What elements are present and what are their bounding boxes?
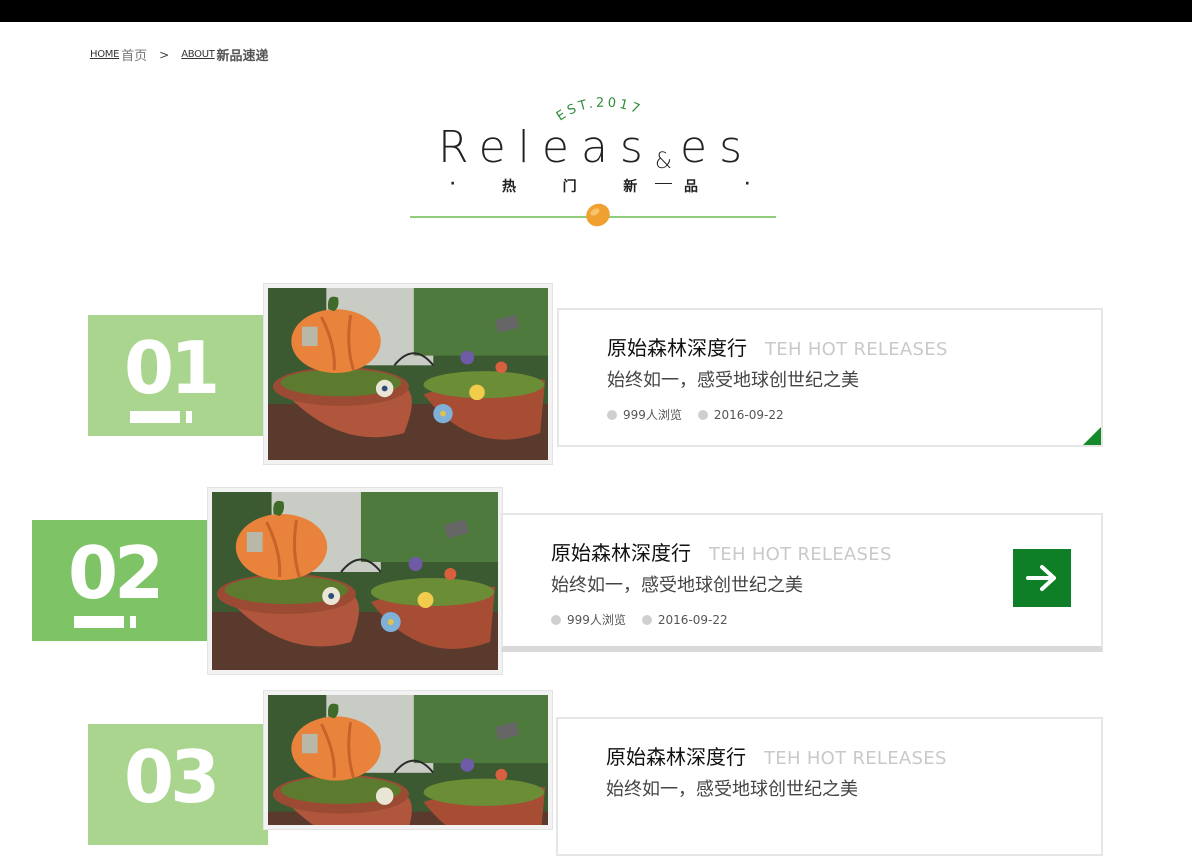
subtitle-char: 门 — [562, 179, 577, 195]
pumpkin-garden-photo — [212, 492, 498, 670]
item-description: 始终如一，感受地球创世纪之美 — [607, 370, 859, 391]
title-part-1: Releas — [438, 122, 655, 173]
item-title-en: TEH HOT RELEASES — [764, 748, 947, 769]
item-meta: 999人浏览 2016-09-22 — [607, 406, 784, 423]
item-title-en: TEH HOT RELEASES — [709, 544, 892, 565]
subtitle-char: 新 — [623, 179, 638, 195]
item-photo[interactable] — [263, 283, 553, 465]
item-date: 2016-09-22 — [657, 612, 728, 627]
number-underline-tick — [186, 411, 192, 423]
item-date: 2016-09-22 — [713, 407, 784, 422]
section-heading: EST.2017 Releas& es · 热 门 新 品 · — [0, 0, 1192, 240]
subtitle-char: 热 — [501, 179, 516, 195]
number-underline — [130, 411, 180, 423]
date-dot-icon — [697, 409, 708, 420]
subtitle-dot-left: · — [450, 176, 456, 192]
item-photo[interactable] — [263, 690, 553, 830]
svg-text:EST.2017: EST.2017 — [554, 95, 645, 124]
item-number: 01 — [124, 326, 220, 410]
item-card[interactable]: 原始森林深度行 TEH HOT RELEASES 始终如一，感受地球创世纪之美 … — [557, 308, 1103, 447]
item-photo[interactable] — [207, 487, 503, 675]
item-views: 999人浏览 — [567, 613, 626, 627]
item-number: 02 — [68, 531, 164, 615]
subtitle-dot-right: · — [744, 176, 750, 192]
arrow-right-icon — [1026, 565, 1056, 591]
title-part-2: es — [680, 122, 755, 173]
page-title: Releas& es — [438, 122, 755, 184]
item-card[interactable]: 原始森林深度行 TEH HOT RELEASES 始终如一，感受地球创世纪之美 … — [501, 513, 1103, 652]
item-title-row: 原始森林深度行 TEH HOT RELEASES — [551, 537, 892, 566]
views-dot-icon — [607, 409, 617, 420]
pumpkin-garden-photo — [268, 288, 548, 460]
pumpkin-garden-photo — [268, 695, 548, 825]
item-views: 999人浏览 — [623, 408, 682, 422]
orange-leaf-icon — [586, 203, 610, 227]
item-number: 03 — [124, 735, 220, 819]
corner-triangle-icon — [1083, 427, 1101, 445]
item-number-block: 02 — [32, 520, 212, 641]
item-title[interactable]: 原始森林深度行 — [607, 332, 747, 361]
item-description: 始终如一，感受地球创世纪之美 — [606, 779, 858, 800]
number-underline — [74, 616, 124, 628]
views-dot-icon — [551, 614, 561, 625]
item-meta: 999人浏览 2016-09-22 — [551, 611, 728, 628]
item-title[interactable]: 原始森林深度行 — [606, 741, 746, 770]
number-underline-tick — [130, 616, 136, 628]
item-title-row: 原始森林深度行 TEH HOT RELEASES — [606, 741, 947, 770]
item-number-block: 01 — [88, 315, 268, 436]
date-dot-icon — [641, 614, 652, 625]
subtitle-char: 品 — [683, 179, 698, 195]
item-description: 始终如一，感受地球创世纪之美 — [551, 575, 803, 596]
item-number-block: 03 — [88, 724, 268, 845]
subtitle-cn: · 热 门 新 品 · — [450, 176, 750, 196]
item-detail-button[interactable] — [1013, 549, 1071, 607]
item-title[interactable]: 原始森林深度行 — [551, 537, 691, 566]
item-card[interactable]: 原始森林深度行 TEH HOT RELEASES 始终如一，感受地球创世纪之美 — [556, 717, 1103, 856]
item-title-row: 原始森林深度行 TEH HOT RELEASES — [607, 332, 948, 361]
item-title-en: TEH HOT RELEASES — [765, 339, 948, 360]
